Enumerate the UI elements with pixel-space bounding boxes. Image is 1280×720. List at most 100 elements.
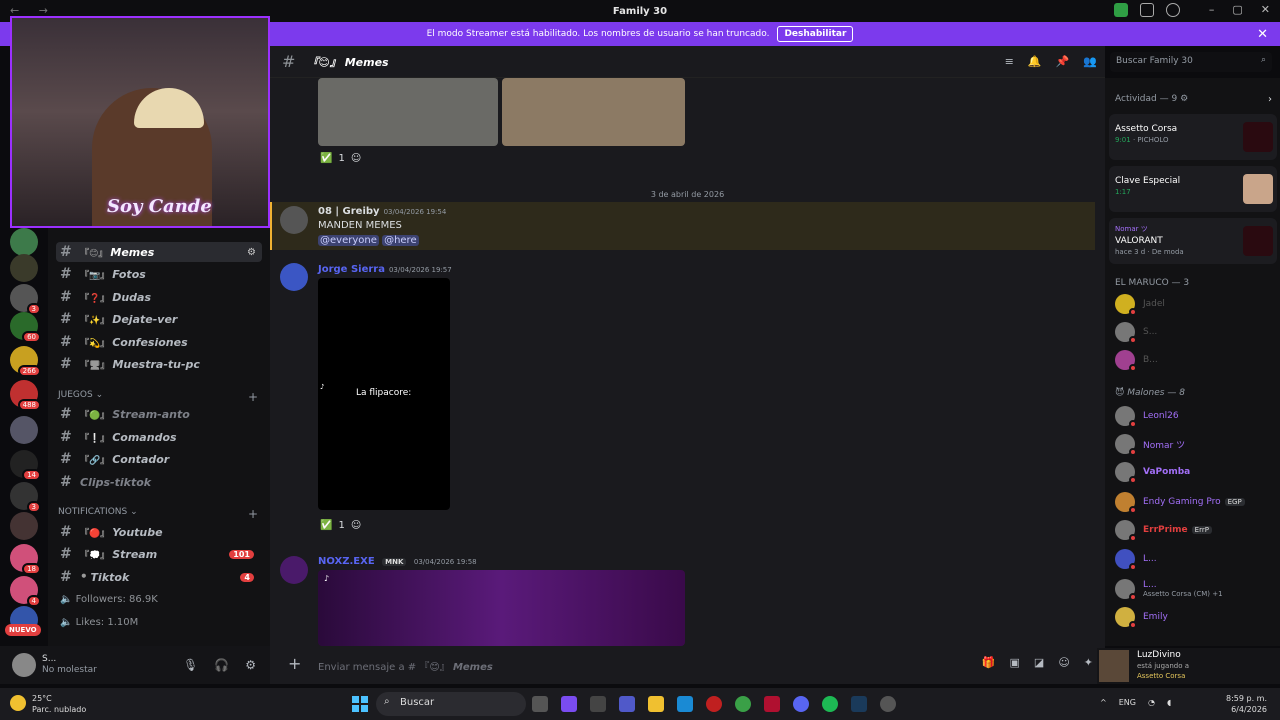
server-icon[interactable]: [10, 416, 38, 444]
server-icon[interactable]: 14: [10, 450, 41, 481]
taskbar-search[interactable]: ⌕ Buscar: [376, 692, 526, 716]
channel-muestra-tu-pc[interactable]: # 『🖥』 Muestra-tu-pc: [56, 354, 262, 374]
volume-icon[interactable]: ◖: [1167, 698, 1171, 707]
reaction[interactable]: ✅ 1 ☺: [320, 153, 361, 164]
bell-icon[interactable]: 🔔: [1028, 55, 1042, 68]
activity-card[interactable]: Nomar ツ VALORANT hace 3 d · De moda: [1109, 218, 1277, 264]
copilot-icon[interactable]: [561, 696, 577, 712]
server-icon[interactable]: 266: [10, 346, 41, 377]
channel-contador[interactable]: # 『🔗』 Contador: [56, 449, 262, 469]
server-icon[interactable]: 488: [10, 380, 41, 411]
gear-icon[interactable]: ⚙: [245, 658, 256, 672]
nitro-icon[interactable]: [1114, 3, 1128, 17]
member-item[interactable]: Emily: [1115, 606, 1275, 629]
teams-icon[interactable]: [619, 696, 635, 712]
message-author[interactable]: NOXZ.EXE MNK 03/04/2026 19:58: [318, 556, 477, 567]
weather-widget[interactable]: 25°C Parc. nublado: [10, 693, 86, 715]
minimize-icon[interactable]: –: [1209, 3, 1215, 16]
server-icon[interactable]: 3: [10, 482, 41, 513]
member-item[interactable]: VaPomba: [1115, 461, 1275, 484]
channel-memes[interactable]: # 『😊』 Memes ⚙: [56, 242, 262, 262]
task-view-icon[interactable]: [532, 696, 548, 712]
now-playing-card[interactable]: LuzDivino está jugando a Assetto Corsa: [1097, 648, 1280, 684]
activity-card[interactable]: Clave Especial 1:17: [1109, 166, 1277, 212]
member-item[interactable]: Jadel: [1115, 293, 1275, 316]
category-juegos[interactable]: JUEGOS ⌄ +: [58, 390, 258, 404]
server-icon[interactable]: [10, 254, 38, 282]
message-author[interactable]: Jorge Sierra 03/04/2026 19:57: [318, 264, 452, 275]
threads-icon[interactable]: ≡: [1005, 55, 1014, 68]
close-window-icon[interactable]: ✕: [1261, 3, 1270, 16]
headphones-icon[interactable]: 🎧: [214, 658, 229, 672]
attach-icon[interactable]: +: [288, 654, 301, 673]
server-icon[interactable]: 4: [10, 576, 41, 607]
mention[interactable]: @here: [382, 235, 419, 246]
opera-icon[interactable]: [706, 696, 722, 712]
search-input[interactable]: Buscar Family 30 ⌕: [1110, 52, 1272, 72]
maximize-icon[interactable]: ▢: [1232, 3, 1242, 16]
channel-fotos[interactable]: # 『📷』 Fotos: [56, 264, 262, 284]
channel-clips-tiktok[interactable]: # Clips-tiktok: [56, 472, 262, 492]
avatar[interactable]: [280, 263, 308, 291]
app-icon[interactable]: [590, 696, 606, 712]
apps-icon[interactable]: ✦: [1084, 656, 1093, 669]
server-icon[interactable]: [10, 228, 38, 256]
member-item[interactable]: Leonl26: [1115, 405, 1275, 428]
member-item[interactable]: S...: [1115, 321, 1275, 344]
message-composer[interactable]: + Enviar mensaje a # 『😊』 Memes 🎁 ▣ ◪ ☺ ✦: [270, 646, 1105, 684]
member-item[interactable]: L...: [1115, 548, 1275, 571]
gif-icon[interactable]: ▣: [1010, 656, 1020, 669]
avatar[interactable]: [280, 556, 308, 584]
disable-streamer-button[interactable]: Deshabilitar: [777, 26, 854, 42]
channel-confesiones[interactable]: # 『💫』 Confesiones: [56, 332, 262, 352]
clock[interactable]: 8:59 p. m. 6/4/2026: [1226, 693, 1267, 715]
avatar[interactable]: [280, 206, 308, 234]
video-attachment[interactable]: La flipacore: ♪: [318, 278, 450, 510]
spotify-icon[interactable]: [822, 696, 838, 712]
members-icon[interactable]: 👥: [1083, 55, 1097, 68]
chevron-up-icon[interactable]: ^: [1100, 698, 1107, 707]
server-icon[interactable]: 18: [10, 544, 41, 575]
member-item[interactable]: ErrPrime ErrP: [1115, 519, 1275, 542]
server-icon[interactable]: 60: [10, 312, 41, 343]
file-explorer-icon[interactable]: [648, 696, 664, 712]
start-button[interactable]: [352, 696, 368, 712]
add-reaction-icon[interactable]: ☺: [351, 520, 361, 531]
mention[interactable]: @everyone: [318, 235, 379, 246]
channel-youtube[interactable]: # 『🔴』 Youtube: [56, 522, 262, 542]
channel-comandos[interactable]: # 『❕』 Comandos: [56, 427, 262, 447]
reaction[interactable]: ✅ 1 ☺: [320, 520, 361, 531]
server-icon[interactable]: [10, 512, 38, 540]
obs-icon[interactable]: [880, 696, 896, 712]
message-author[interactable]: 08 | Greiby 03/04/2026 19:54: [318, 206, 446, 217]
gift-icon[interactable]: 🎁: [982, 656, 996, 669]
pin-icon[interactable]: 📌: [1056, 55, 1070, 68]
inbox-icon[interactable]: [1140, 3, 1154, 17]
avatar[interactable]: [12, 653, 36, 677]
category-notifications[interactable]: NOTIFICATIONS ⌄ +: [58, 507, 258, 521]
language-indicator[interactable]: ENG: [1119, 698, 1136, 707]
sticker-icon[interactable]: ◪: [1034, 656, 1044, 669]
message-input[interactable]: Enviar mensaje a # 『😊』 Memes: [318, 658, 493, 673]
add-channel-icon[interactable]: +: [248, 390, 258, 404]
discord-icon[interactable]: [793, 696, 809, 712]
channel-stream-anto[interactable]: # 『🟢』 Stream-anto: [56, 404, 262, 424]
attached-image[interactable]: [318, 78, 498, 146]
help-icon[interactable]: [1166, 3, 1180, 17]
chrome-icon[interactable]: [735, 696, 751, 712]
adobe-icon[interactable]: [764, 696, 780, 712]
member-item[interactable]: Nomar ツ: [1115, 433, 1275, 456]
member-item[interactable]: Endy Gaming Pro EGP: [1115, 491, 1275, 514]
attached-image[interactable]: [502, 78, 685, 146]
server-icon[interactable]: 3: [10, 284, 41, 315]
video-attachment[interactable]: ♪: [318, 570, 685, 646]
add-channel-icon[interactable]: +: [248, 507, 258, 521]
channel-stream[interactable]: # 『💭』 Stream 101: [56, 544, 262, 564]
steam-icon[interactable]: [851, 696, 867, 712]
chevron-right-icon[interactable]: ›: [1268, 94, 1272, 105]
channel-tiktok[interactable]: # ⚫ Tiktok 4: [56, 567, 262, 587]
channel-dudas[interactable]: # 『❓』 Dudas: [56, 287, 262, 307]
microphone-icon[interactable]: 🎙: [183, 658, 198, 672]
emoji-icon[interactable]: ☺: [1058, 656, 1069, 669]
add-reaction-icon[interactable]: ☺: [351, 153, 361, 164]
